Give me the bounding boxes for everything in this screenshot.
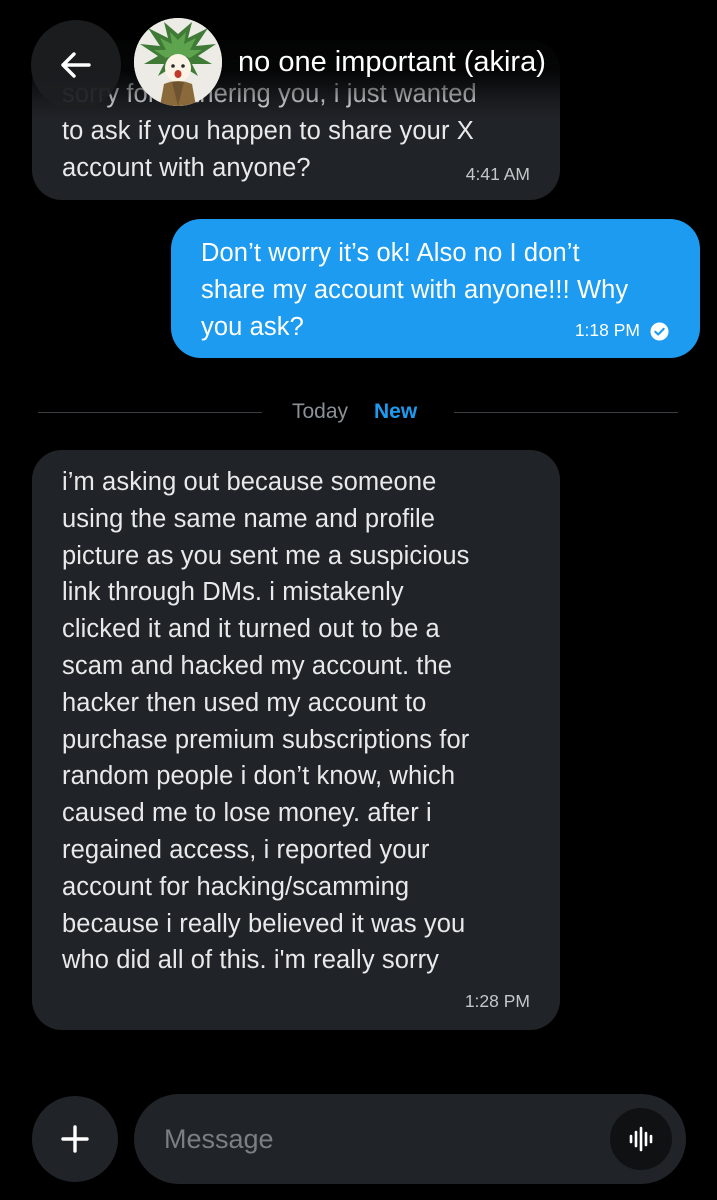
arrow-left-icon: [61, 52, 91, 78]
message-text: i’m asking out because someone using the…: [62, 464, 542, 979]
message-composer[interactable]: [134, 1094, 686, 1184]
message-line: scam and hacked my account. the: [62, 651, 453, 680]
divider-line-left: [38, 412, 262, 413]
message-bubble-incoming[interactable]: i’m asking out because someone using the…: [32, 450, 560, 1030]
message-line: account for hacking/scamming: [62, 872, 410, 901]
message-line: because i really believed it was you: [62, 909, 466, 938]
message-line: Don’t worry it’s ok! Also no I don’t: [201, 239, 580, 267]
message-line: caused me to lose money. after i: [62, 799, 432, 828]
waveform-icon: [629, 1126, 653, 1152]
back-button[interactable]: [31, 20, 121, 110]
check-circle-icon: [650, 322, 669, 341]
message-line: purchase premium subscriptions for: [62, 725, 470, 754]
message-line: to ask if you happen to share your X: [62, 116, 474, 145]
message-line: clicked it and it turned out to be a: [62, 615, 440, 644]
message-input[interactable]: [164, 1117, 604, 1161]
message-line: picture as you sent me a suspicious: [62, 541, 470, 570]
message-line: i’m asking out because someone: [62, 468, 437, 496]
voice-message-button[interactable]: [610, 1108, 672, 1170]
contact-name[interactable]: no one important (akira): [238, 46, 546, 79]
message-bubble-outgoing[interactable]: Don’t worry it’s ok! Also no I don’t sha…: [171, 219, 700, 358]
message-line: share my account with anyone!!! Why: [201, 275, 629, 304]
divider-day-label: Today: [292, 400, 349, 423]
add-attachment-button[interactable]: [32, 1096, 118, 1182]
avatar-image: [134, 18, 222, 106]
divider-new-label: New: [374, 400, 418, 423]
message-timestamp: 1:28 PM: [464, 991, 530, 1011]
message-line: using the same name and profile: [62, 504, 436, 533]
message-line: who did all of this. i'm really sorry: [62, 946, 440, 975]
message-line: hacker then used my account to: [62, 688, 427, 717]
message-line: sorry for bothering you, i just wanted: [62, 80, 477, 108]
message-line: random people i don’t know, which: [62, 762, 456, 791]
message-timestamp: 4:41 AM: [465, 164, 530, 184]
message-timestamp: 1:18 PM: [574, 320, 640, 340]
avatar[interactable]: [134, 18, 222, 106]
message-line: regained access, i reported your: [62, 835, 430, 864]
plus-icon: [61, 1125, 89, 1153]
message-line: link through DMs. i mistakenly: [62, 578, 404, 607]
divider-line-right: [454, 412, 678, 413]
